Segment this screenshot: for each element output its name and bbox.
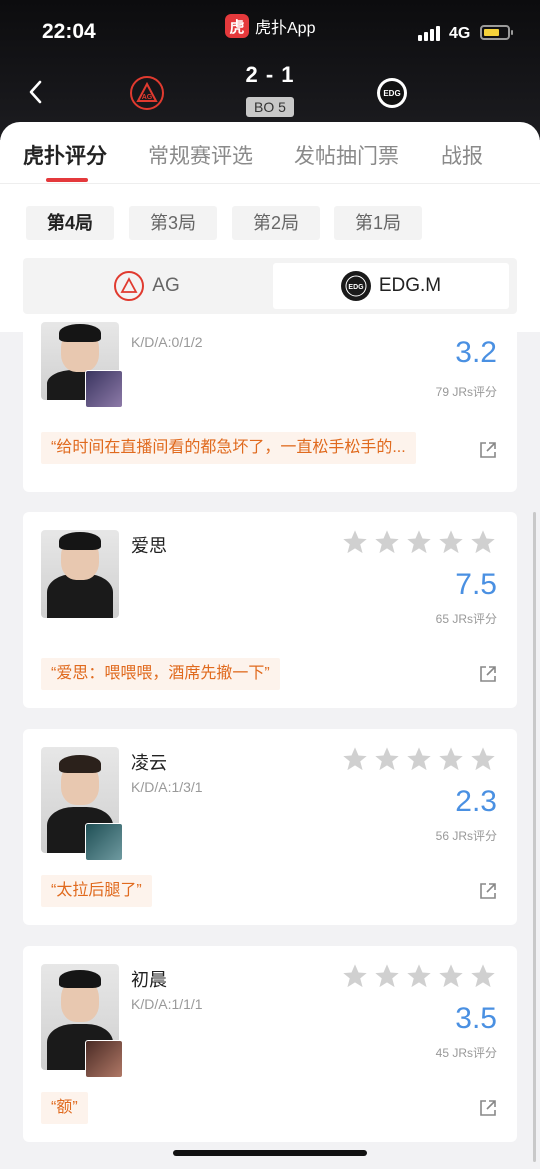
star-icon[interactable] [341, 962, 369, 990]
ag-team-logo-icon[interactable]: AG [130, 76, 164, 110]
player-card[interactable]: 凌云 K/D/A:1/3/1 2.3 56 JRs评分 “太拉后腿了” [23, 729, 517, 925]
ag-mini-logo-icon [114, 271, 145, 301]
champion-icon [85, 1040, 123, 1078]
player-card[interactable]: 爱思 7.5 65 JRs评分 “爱思：喂喂喂，酒席先撤一下” [23, 512, 517, 708]
network-label: 4G [449, 25, 471, 42]
edg-logo-text: EDG [383, 89, 400, 98]
team-option-ag[interactable]: AG [27, 263, 267, 309]
player-name: 初晨 [131, 970, 167, 990]
home-indicator[interactable] [173, 1150, 367, 1156]
star-icon[interactable] [405, 528, 433, 556]
star-icon[interactable] [405, 745, 433, 773]
round-3-button[interactable]: 第3局 [129, 206, 217, 240]
team-option-ag-label: AG [152, 275, 180, 296]
battery-icon [480, 25, 513, 40]
app-chip[interactable]: 虎 虎扑App [225, 14, 315, 38]
scrollbar[interactable] [533, 512, 536, 1162]
star-icon[interactable] [437, 528, 465, 556]
match-format-badge: BO 5 [246, 97, 294, 117]
player-name: 爱思 [131, 536, 167, 556]
match-score: 2 - 1 [245, 62, 295, 87]
player-votes: 79 JRs评分 [435, 385, 497, 399]
share-icon[interactable] [479, 882, 497, 900]
edg-mini-logo-icon: EDG [340, 271, 371, 301]
app-name: 虎扑App [255, 20, 316, 37]
top-comment[interactable]: “额” [41, 1092, 88, 1124]
player-kda: K/D/A:1/3/1 [131, 779, 203, 795]
share-icon[interactable] [479, 665, 497, 683]
star-icon[interactable] [469, 745, 497, 773]
tab-report[interactable]: 战报 [441, 140, 483, 170]
match-header: 22:04 虎 虎扑App 4G AG 2 - 1 BO 5 EDG [0, 0, 540, 140]
tab-regular-season[interactable]: 常规赛评选 [148, 140, 253, 170]
star-icon[interactable] [405, 962, 433, 990]
star-icon[interactable] [373, 528, 401, 556]
round-4-button[interactable]: 第4局 [26, 206, 114, 240]
player-rating: 3.5 [455, 1002, 497, 1035]
ag-logo-text: AG [142, 94, 153, 101]
tab-active-indicator [46, 178, 88, 182]
top-comment[interactable]: “给时间在直播间看的都急坏了，一直松手松手的... [41, 432, 416, 464]
player-card[interactable]: 初晨 K/D/A:1/1/1 3.5 45 JRs评分 “额” [23, 946, 517, 1142]
edg-team-logo-icon[interactable]: EDG [377, 78, 407, 108]
star-icon[interactable] [469, 528, 497, 556]
player-rating: 3.2 [455, 336, 497, 369]
round-1-button[interactable]: 第1局 [334, 206, 422, 240]
signal-icon [418, 26, 440, 41]
star-icon[interactable] [341, 745, 369, 773]
top-comment[interactable]: “太拉后腿了” [41, 875, 152, 907]
status-time: 22:04 [42, 20, 96, 43]
team-toggle: AG EDG EDG.M [23, 258, 517, 314]
rating-panel: 虎扑评分 常规赛评选 发帖抽门票 战报 第4局 第3局 第2局 第1局 AG E… [0, 122, 540, 332]
edg-mini-logo-text: EDG [348, 284, 364, 291]
champion-icon [85, 370, 123, 408]
tab-bar: 虎扑评分 常规赛评选 发帖抽门票 战报 [0, 122, 540, 184]
share-icon[interactable] [479, 1099, 497, 1117]
top-comment[interactable]: “爱思：喂喂喂，酒席先撤一下” [41, 658, 280, 690]
share-icon[interactable] [479, 441, 497, 459]
tab-post-tickets[interactable]: 发帖抽门票 [294, 140, 399, 170]
team-option-edg-label: EDG.M [378, 275, 442, 296]
champion-icon [85, 823, 123, 861]
star-icon[interactable] [373, 745, 401, 773]
player-avatar [41, 530, 119, 618]
star-icon[interactable] [341, 528, 369, 556]
player-name: 凌云 [131, 753, 167, 773]
star-icon[interactable] [373, 962, 401, 990]
star-rating[interactable] [341, 745, 497, 773]
player-rating: 2.3 [455, 785, 497, 818]
hupu-logo-icon: 虎 [225, 14, 249, 38]
star-icon[interactable] [469, 962, 497, 990]
player-kda: K/D/A:1/1/1 [131, 996, 203, 1012]
round-2-button[interactable]: 第2局 [232, 206, 320, 240]
tab-hupu-rating[interactable]: 虎扑评分 [23, 140, 107, 170]
star-icon[interactable] [437, 962, 465, 990]
star-rating[interactable] [341, 528, 497, 556]
player-rating: 7.5 [455, 568, 497, 601]
star-icon[interactable] [437, 745, 465, 773]
team-option-edg[interactable]: EDG EDG.M [273, 263, 509, 309]
player-card[interactable]: K/D/A:0/1/2 3.2 79 JRs评分 “给时间在直播间看的都急坏了，… [23, 322, 517, 492]
player-votes: 45 JRs评分 [435, 1046, 497, 1060]
player-votes: 65 JRs评分 [435, 612, 497, 626]
back-arrow-icon[interactable] [26, 78, 46, 106]
player-kda: K/D/A:0/1/2 [131, 334, 203, 350]
player-votes: 56 JRs评分 [435, 829, 497, 843]
star-rating[interactable] [341, 962, 497, 990]
